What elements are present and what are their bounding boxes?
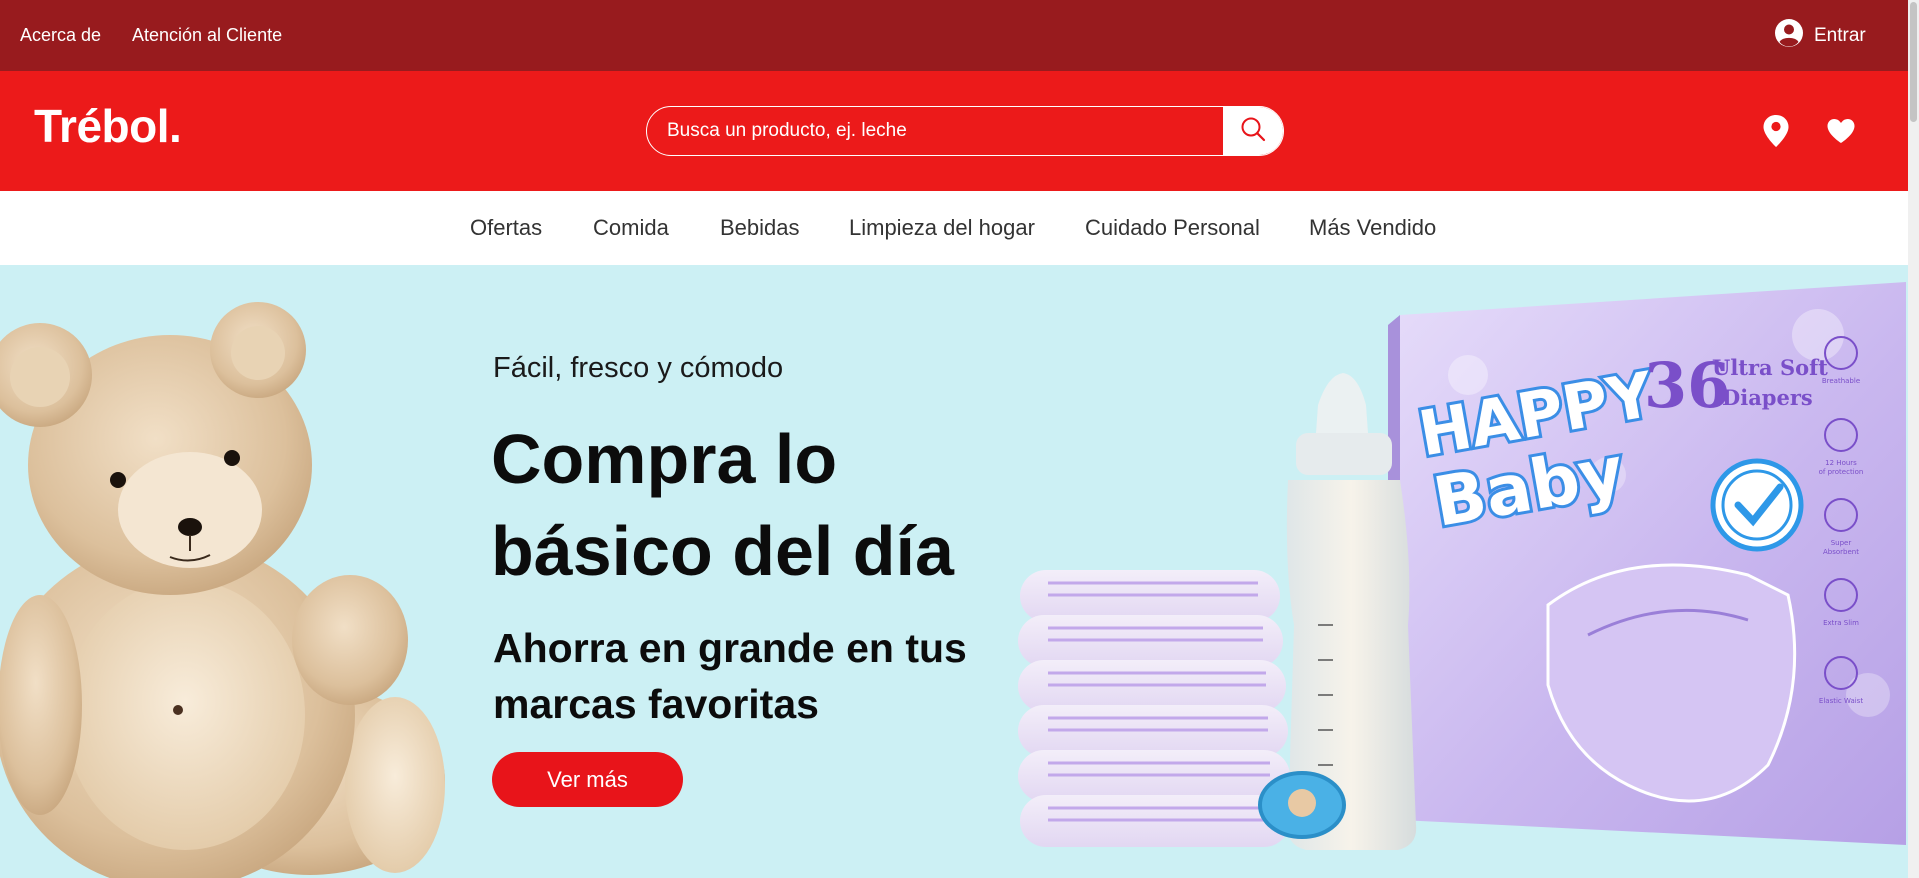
top-utility-bar: Acerca de Atención al Cliente Entrar xyxy=(0,0,1908,71)
page-scrollbar[interactable] xyxy=(1908,0,1919,878)
search-input[interactable] xyxy=(647,107,1223,155)
hero-subtitle: Ahorra en grande en tus marcas favoritas xyxy=(493,625,967,727)
search-button[interactable] xyxy=(1223,107,1283,155)
svg-text:Extra Slim: Extra Slim xyxy=(1823,619,1859,627)
category-nav: Ofertas Comida Bebidas Limpieza del hoga… xyxy=(0,191,1908,265)
user-circle-icon xyxy=(1774,18,1804,53)
customer-service-link[interactable]: Atención al Cliente xyxy=(132,25,282,46)
nav-item-mas-vendido[interactable]: Más Vendido xyxy=(1309,215,1436,241)
heart-icon[interactable] xyxy=(1826,118,1856,149)
nav-item-cuidado-personal[interactable]: Cuidado Personal xyxy=(1085,215,1260,241)
main-header: Trébol. xyxy=(0,71,1908,191)
hero-title: Compra lo básico del día xyxy=(491,420,954,590)
svg-text:Absorbent: Absorbent xyxy=(1823,548,1859,556)
svg-text:Super: Super xyxy=(1831,539,1852,547)
login-button[interactable]: Entrar xyxy=(1774,18,1866,53)
svg-text:Ultra Soft: Ultra Soft xyxy=(1712,355,1828,380)
scrollbar-thumb[interactable] xyxy=(1910,2,1917,122)
page: Acerca de Atención al Cliente Entrar Tré… xyxy=(0,0,1919,878)
svg-text:Elastic Waist: Elastic Waist xyxy=(1819,697,1863,705)
svg-text:of protection: of protection xyxy=(1819,468,1864,476)
svg-text:Diapers: Diapers xyxy=(1722,385,1813,410)
nav-item-bebidas[interactable]: Bebidas xyxy=(720,215,800,241)
baby-products-image: HAPPY Baby 36 Ultra Soft Diapers Breatha… xyxy=(1018,282,1906,850)
search-icon xyxy=(1240,116,1266,147)
nav-item-limpieza[interactable]: Limpieza del hogar xyxy=(849,215,1035,241)
search-bar xyxy=(646,106,1284,156)
see-more-button[interactable]: Ver más xyxy=(492,752,683,807)
hero-banner: Fácil, fresco y cómodo Compra lo básico … xyxy=(0,265,1908,878)
nav-item-ofertas[interactable]: Ofertas xyxy=(470,215,542,241)
location-pin-icon[interactable] xyxy=(1762,114,1790,153)
svg-text:Breathable: Breathable xyxy=(1822,377,1860,385)
about-link[interactable]: Acerca de xyxy=(20,25,101,46)
nav-item-comida[interactable]: Comida xyxy=(593,215,669,241)
logo[interactable]: Trébol. xyxy=(34,99,182,153)
hero-kicker: Fácil, fresco y cómodo xyxy=(493,352,784,384)
svg-text:12 Hours: 12 Hours xyxy=(1825,459,1857,467)
login-label: Entrar xyxy=(1814,24,1866,46)
teddy-bear-image xyxy=(0,302,445,878)
